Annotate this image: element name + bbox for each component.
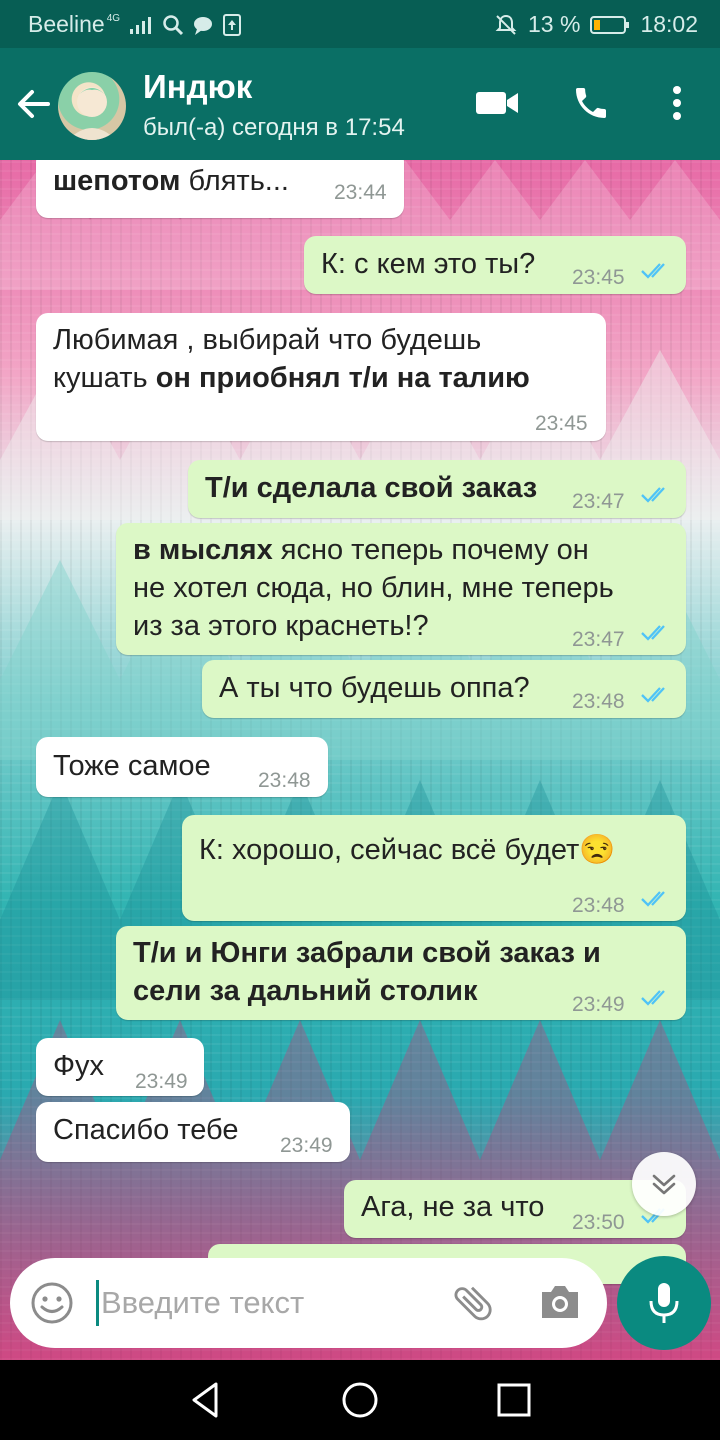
message-bold-text: сели за дальний столик [133, 975, 478, 1007]
contact-avatar[interactable] [58, 72, 126, 140]
microphone-button[interactable] [617, 1256, 711, 1350]
message-bold-text: в мыслях [133, 534, 273, 566]
read-ticks-icon [641, 263, 665, 279]
message-outgoing[interactable]: Т/и и Юнги забрали свой заказ и сели за … [116, 926, 686, 1020]
message-bold-text: Т/и и Юнги забрали свой заказ и [133, 937, 601, 969]
message-time: 23:49 [280, 1134, 333, 1157]
message-bold-text: шепотом [53, 165, 181, 197]
message-text: Тоже самое [53, 750, 211, 782]
camera-icon[interactable] [538, 1282, 582, 1327]
message-text: Ага, не за что [361, 1191, 545, 1223]
message-text: Любимая , выбирай что будешь [53, 324, 482, 356]
more-vert-icon[interactable] [652, 78, 702, 128]
chat-header: Индюк был(-а) сегодня в 17:54 [0, 48, 720, 160]
message-composer [10, 1258, 607, 1348]
phone-icon[interactable] [566, 78, 616, 128]
back-arrow-icon[interactable] [12, 82, 56, 126]
clock: 18:02 [640, 11, 698, 37]
message-bold-text: Т/и сделала свой заказ [205, 472, 538, 504]
mute-bell-icon [494, 13, 518, 37]
attach-icon[interactable] [450, 1280, 496, 1331]
last-seen-status: был(-а) сегодня в 17:54 [143, 114, 405, 141]
message-time: 23:48 [572, 690, 625, 713]
message-outgoing[interactable]: К: с кем это ты? 23:45 [304, 236, 686, 294]
message-time: 23:49 [572, 993, 625, 1016]
battery-icon [590, 14, 630, 36]
network-type: 4G [106, 13, 121, 24]
message-text: А ты что будешь оппа? [219, 672, 530, 704]
message-time: 23:48 [258, 769, 311, 792]
nav-home-icon[interactable] [340, 1380, 380, 1420]
message-input[interactable] [96, 1280, 426, 1326]
message-time: 23:50 [572, 1211, 625, 1234]
battery-percent: 13 % [528, 11, 581, 37]
message-text: блять... [180, 165, 289, 197]
nav-recents-icon[interactable] [494, 1380, 534, 1420]
double-chevron-down-icon [652, 1174, 676, 1195]
message-time: 23:45 [572, 266, 625, 289]
message-text: К: хорошо, сейчас всё будет [199, 834, 580, 866]
emoji-icon[interactable] [30, 1281, 74, 1330]
message-incoming[interactable]: Фух 23:49 [36, 1038, 204, 1096]
message-text: ясно теперь почему он [272, 534, 589, 566]
upload-notification-icon [222, 13, 242, 37]
chat-notification-icon [192, 14, 214, 36]
search-icon [162, 14, 184, 36]
message-time: 23:48 [572, 894, 625, 917]
message-time: 23:44 [334, 181, 387, 204]
unamused-emoji: 😒 [579, 834, 616, 866]
message-outgoing[interactable]: Т/и сделала свой заказ 23:47 [188, 460, 686, 518]
message-incoming[interactable]: Любимая , выбирай что будешь кушать он п… [36, 313, 606, 441]
video-call-icon[interactable] [472, 78, 522, 128]
status-bar: Beeline 4G 13 % 18:02 [0, 0, 720, 48]
carrier-name: Beeline [28, 11, 105, 37]
read-ticks-icon [641, 487, 665, 503]
read-ticks-icon [641, 625, 665, 641]
message-text: Спасибо тебе [53, 1114, 239, 1146]
read-ticks-icon [641, 687, 665, 703]
microphone-icon [649, 1283, 679, 1323]
contact-name[interactable]: Индюк [143, 68, 252, 106]
message-outgoing[interactable]: в мыслях ясно теперь почему он не хотел … [116, 523, 686, 655]
message-time: 23:45 [535, 412, 588, 435]
message-time: 23:47 [572, 628, 625, 651]
read-ticks-icon [641, 891, 665, 907]
message-incoming[interactable]: Тоже самое 23:48 [36, 737, 328, 797]
message-text: из за этого краснеть!? [133, 610, 429, 642]
message-outgoing[interactable]: К: хорошо, сейчас всё будет😒 23:48 [182, 815, 686, 921]
message-bold-text: он приобнял т/и на талию [155, 362, 530, 394]
read-ticks-icon [641, 990, 665, 1006]
message-text: не хотел сюда, но блин, мне теперь [133, 572, 614, 604]
message-outgoing[interactable]: А ты что будешь оппа? 23:48 [202, 660, 686, 718]
nav-back-icon[interactable] [186, 1380, 226, 1420]
scroll-to-bottom-button[interactable] [632, 1152, 696, 1216]
message-text: Фух [53, 1050, 105, 1082]
message-time: 23:49 [135, 1070, 188, 1093]
message-incoming[interactable]: Спасибо тебе 23:49 [36, 1102, 350, 1162]
message-incoming[interactable]: шепотом блять... 23:44 [36, 160, 404, 218]
chat-area[interactable]: шепотом блять... 23:44 К: с кем это ты? … [0, 160, 720, 1360]
message-text: кушать [53, 362, 156, 394]
signal-icon [128, 15, 154, 35]
system-navigation-bar [0, 1360, 720, 1440]
message-time: 23:47 [572, 490, 625, 513]
message-text: К: с кем это ты? [321, 248, 536, 280]
